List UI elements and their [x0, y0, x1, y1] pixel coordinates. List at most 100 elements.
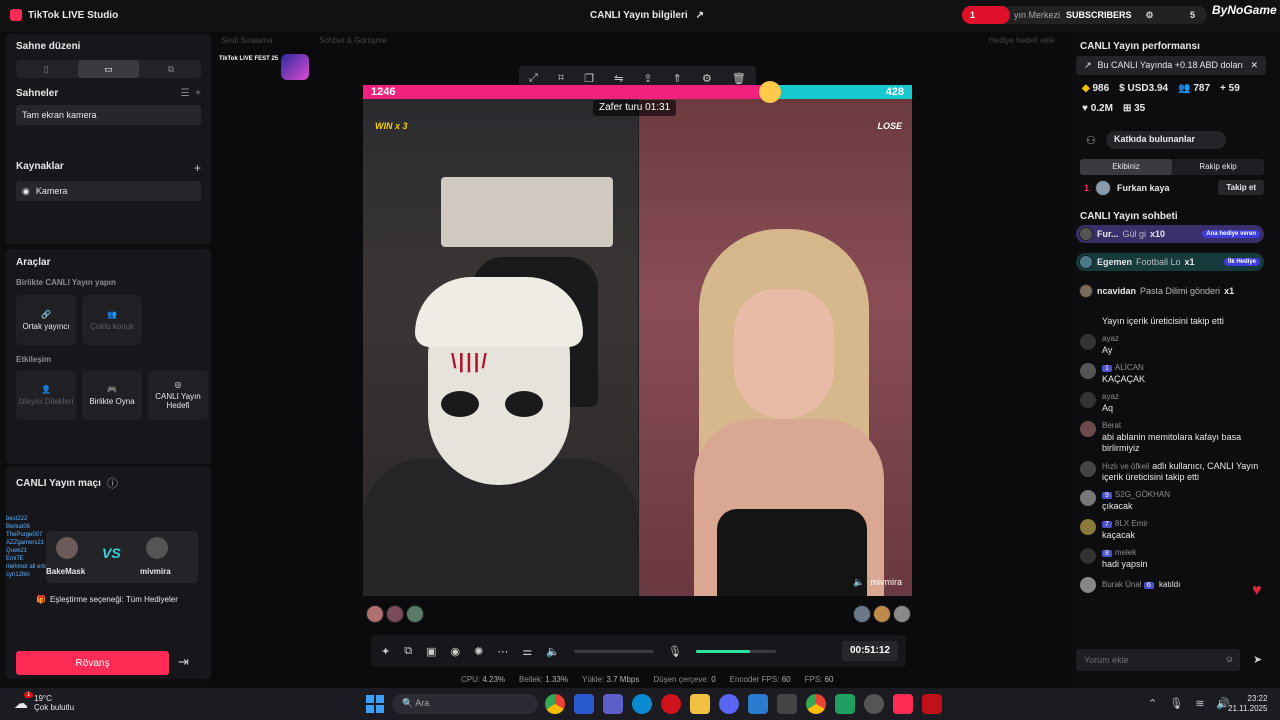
comment-input[interactable]: Yorum ekle ☺ — [1076, 649, 1240, 671]
battle-stage[interactable]: 1246 428 \|||/ WIN x 3 LOSE 🔈 mivmira Za… — [363, 81, 912, 596]
rematch-button[interactable]: Rövanş — [16, 651, 169, 675]
user-avatar[interactable] — [1080, 334, 1096, 350]
message-user[interactable]: ayaz — [1102, 392, 1119, 401]
viewer-wishes-button[interactable]: 👤 İzleyici Dilekleri — [16, 370, 76, 420]
message-user[interactable]: ALİCAN — [1115, 363, 1144, 372]
likes-metric: ♥ 0.2M — [1082, 103, 1113, 114]
windows-start-icon[interactable] — [366, 695, 384, 713]
weather-widget[interactable]: ☁ 1 19°C Çok bulutlu — [14, 692, 74, 712]
portrait-layout-button[interactable]: ▯ — [16, 60, 76, 78]
message-user[interactable]: 8LX Emir — [1115, 519, 1148, 528]
live-center-label[interactable]: yın Merkezi — [1014, 10, 1060, 20]
user-avatar[interactable] — [1080, 461, 1096, 477]
volume-icon[interactable]: 🔈 — [546, 645, 560, 658]
source-item[interactable]: ◉ Kamera — [16, 181, 201, 201]
contributors-button[interactable]: Katkıda bulunanlar — [1106, 131, 1226, 149]
team-avatar[interactable] — [893, 605, 911, 623]
user-avatar[interactable] — [1080, 363, 1096, 379]
emoji-icon[interactable]: ☺ — [1225, 654, 1234, 664]
layer-icon[interactable]: ⇑ — [673, 72, 682, 85]
app-icon[interactable] — [777, 694, 797, 714]
resize-icon[interactable]: ⤢ — [529, 72, 538, 85]
user-avatar[interactable] — [1080, 490, 1096, 506]
list-icon[interactable]: ☰ + — [181, 88, 201, 99]
move-up-icon[interactable]: ⇪ — [643, 72, 652, 85]
team-avatar[interactable] — [386, 605, 404, 623]
adjust-icon[interactable]: ⚌ — [522, 645, 532, 658]
stat-label: Encoder FPS: — [729, 675, 780, 684]
help-icon[interactable]: ⓘ — [107, 475, 118, 491]
exit-match-icon[interactable]: ⇥ — [178, 654, 196, 672]
mic-level-slider[interactable] — [695, 649, 776, 653]
team-avatar[interactable] — [873, 605, 891, 623]
co-host-button[interactable]: 🔗 Ortak yayıncı — [16, 295, 76, 345]
tab-your-team[interactable]: Ekibiniz — [1080, 159, 1172, 175]
settings-icon[interactable]: ⚙ — [702, 72, 712, 85]
crop-icon[interactable]: ⌗ — [558, 72, 564, 85]
scene-item[interactable]: Tam ekran kamera — [16, 105, 201, 125]
copy-icon[interactable]: ❐ — [584, 72, 594, 85]
microphone-icon[interactable]: 🎙 — [668, 645, 682, 658]
people-icon: 👥 — [107, 309, 117, 319]
teams-icon[interactable] — [603, 694, 623, 714]
flip-icon[interactable]: ⇋ — [614, 72, 623, 85]
team-avatar[interactable] — [853, 605, 871, 623]
speaker-icon[interactable]: 🔈 — [853, 577, 864, 588]
settings-icon[interactable]: ⚙ — [1146, 10, 1154, 21]
magic-wand-icon[interactable]: ✦ — [381, 645, 390, 658]
mail-icon[interactable] — [748, 694, 768, 714]
message-user[interactable]: melek — [1115, 548, 1136, 557]
tiktok-studio-icon[interactable] — [893, 694, 913, 714]
team-avatar[interactable] — [406, 605, 424, 623]
app-icon[interactable] — [864, 694, 884, 714]
add-source-icon[interactable]: + — [194, 161, 201, 175]
more-icon[interactable]: ⋯ — [497, 645, 508, 658]
opera-icon[interactable] — [661, 694, 681, 714]
clock[interactable]: 23:22 21.11.2025 — [1228, 694, 1267, 714]
custom-layout-button[interactable]: ⧉ — [141, 60, 201, 78]
wifi-icon[interactable]: ≋ — [1195, 697, 1204, 710]
sub-count: 5 — [1189, 10, 1195, 20]
tab-opponent-team[interactable]: Rakip ekip — [1172, 159, 1264, 175]
live-info-button[interactable]: CANLI Yayın bilgileri ↗ — [590, 10, 704, 21]
volume-slider[interactable] — [573, 649, 654, 653]
play-together-button[interactable]: 🎮 Birlikte Oyna — [82, 370, 142, 420]
effects-icon[interactable]: ✺ — [474, 645, 483, 658]
layout-icon[interactable]: ▣ — [426, 645, 436, 658]
record-icon[interactable]: ◉ — [450, 645, 460, 658]
chrome-icon[interactable] — [545, 694, 565, 714]
multi-guest-button[interactable]: 👥 Çoklu konuk — [82, 295, 142, 345]
message-user-line: 1 ALİCAN — [1102, 363, 1145, 372]
message-user[interactable]: Hızlı ve öfkeli — [1102, 462, 1150, 471]
follow-button[interactable]: Takip et — [1218, 180, 1264, 195]
message-user[interactable]: S2G_GÖKHAN — [1115, 490, 1170, 499]
taskbar-search[interactable]: 🔍 Ara — [392, 694, 538, 714]
send-icon[interactable]: ➤ — [1253, 653, 1262, 666]
user-avatar[interactable] — [1080, 421, 1096, 437]
live-goal-button[interactable]: ◎ CANLI Yayın Hedefi — [148, 370, 208, 420]
message-user[interactable]: ayaz — [1102, 334, 1119, 343]
microphone-icon[interactable]: 🎙 — [1169, 697, 1183, 710]
chevron-up-icon[interactable]: ⌃ — [1148, 697, 1157, 710]
screen-icon[interactable]: ⧉ — [404, 645, 412, 658]
user-avatar[interactable] — [1080, 519, 1096, 535]
level-badge: 1 — [1102, 365, 1112, 372]
user-avatar[interactable] — [1080, 548, 1096, 564]
media-icon[interactable] — [922, 694, 942, 714]
edge-icon[interactable] — [632, 694, 652, 714]
delete-icon[interactable]: 🗑 — [732, 72, 746, 85]
chrome-icon[interactable] — [806, 694, 826, 714]
team-avatar[interactable] — [366, 605, 384, 623]
close-icon[interactable]: ✕ — [1250, 60, 1258, 71]
message-user[interactable]: Berat — [1102, 421, 1264, 430]
message-user[interactable]: Burak Ünal — [1102, 580, 1142, 589]
landscape-layout-button[interactable]: ▭ — [78, 60, 139, 78]
layout-toggle: ▯ ▭ ⧉ — [16, 60, 201, 78]
app-icon[interactable] — [835, 694, 855, 714]
user-avatar[interactable] — [1080, 577, 1096, 593]
store-icon[interactable] — [574, 694, 594, 714]
level-badge: 7 — [1102, 521, 1112, 528]
user-avatar[interactable] — [1080, 392, 1096, 408]
file-explorer-icon[interactable] — [690, 694, 710, 714]
discord-icon[interactable] — [719, 694, 739, 714]
